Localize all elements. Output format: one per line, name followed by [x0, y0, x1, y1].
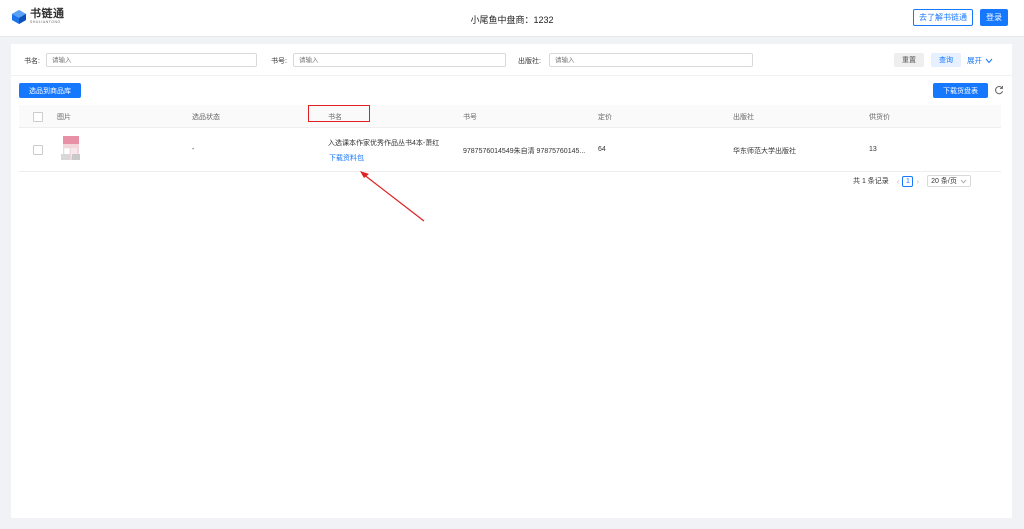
row-price: 64	[598, 146, 606, 153]
column-header-image: 图片	[57, 114, 71, 121]
prev-page-icon[interactable]: ‹	[897, 177, 900, 186]
page-size-select[interactable]: 20 条/页	[927, 175, 971, 187]
chevron-down-icon	[985, 58, 993, 63]
publisher-filter-label: 出版社:	[518, 58, 541, 65]
column-header-status: 选品状态	[192, 114, 220, 121]
page-size-label: 20 条/页	[931, 178, 957, 185]
column-header-price: 定价	[598, 114, 612, 121]
row-title: 入选课本作家优秀作品丛书4本-萧红	[328, 140, 440, 147]
login-button[interactable]: 登录	[980, 9, 1008, 26]
chevron-down-icon	[960, 179, 967, 183]
next-page-icon[interactable]: ›	[916, 177, 919, 186]
download-package-link[interactable]: 下载资料包	[329, 153, 364, 163]
row-status: -	[192, 146, 195, 153]
product-table: 图片 选品状态 书名 书号 定价 出版社 供货价 - 入选课本作家优秀作品丛书4…	[19, 105, 1001, 172]
query-button[interactable]: 查询	[931, 53, 961, 67]
column-header-isbn: 书号	[463, 114, 477, 121]
row-isbn: 9787576014549朱自清 97875760145...	[463, 148, 586, 155]
isbn-search-input[interactable]	[293, 53, 506, 67]
reset-button[interactable]: 重置	[894, 53, 924, 67]
download-list-button[interactable]: 下载货盘表	[933, 83, 988, 98]
row-checkbox[interactable]	[33, 145, 43, 155]
current-page-button[interactable]: 1	[902, 175, 914, 187]
refresh-icon[interactable]	[994, 85, 1004, 95]
row-supply-price: 13	[869, 146, 877, 153]
top-header: 书链通 SHULIANTONG 小尾鱼中盘商：1232 去了解书链通 登录	[0, 0, 1024, 37]
total-records: 共 1 条记录	[853, 178, 889, 185]
merchant-name: 小尾鱼中盘商：1232	[470, 15, 554, 25]
column-header-supply-price: 供货价	[869, 114, 890, 121]
isbn-filter-label: 书号:	[271, 58, 287, 65]
learn-more-button[interactable]: 去了解书链通	[913, 9, 973, 26]
select-all-checkbox[interactable]	[33, 112, 43, 122]
expand-button[interactable]: 展开	[967, 55, 993, 66]
expand-label: 展开	[967, 56, 982, 65]
table-header: 图片 选品状态 书名 书号 定价 出版社 供货价	[19, 105, 1001, 128]
publisher-search-input[interactable]	[549, 53, 753, 67]
table-row: - 入选课本作家优秀作品丛书4本-萧红 下载资料包 9787576014549朱…	[19, 128, 1001, 172]
title-filter-label: 书名:	[24, 58, 40, 65]
select-to-library-button[interactable]: 选品到商品库	[19, 83, 81, 98]
row-publisher: 华东师范大学出版社	[733, 148, 796, 155]
annotation-highlight-box	[308, 105, 370, 122]
main-panel: 书名: 书号: 出版社: 重置 查询 展开 选品到商品库 下载货盘表 图片 选品…	[11, 44, 1012, 518]
column-header-publisher: 出版社	[733, 114, 754, 121]
pagination: 共 1 条记录 ‹ 1 › 20 条/页	[853, 175, 971, 187]
title-search-input[interactable]	[46, 53, 257, 67]
filter-divider	[11, 75, 1012, 76]
book-cover-image[interactable]	[60, 134, 82, 162]
